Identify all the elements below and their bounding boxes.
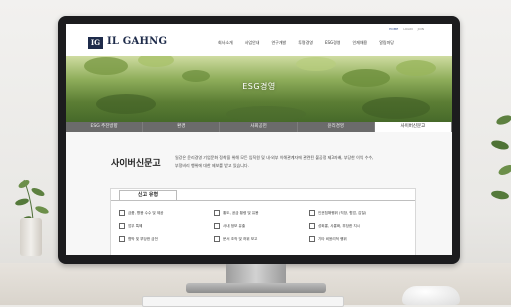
checkbox[interactable] [119, 236, 125, 242]
nav-item-notice[interactable]: 알림마당 [379, 40, 394, 46]
option-label: 횡도, 공금 횡령 및 유용 [223, 210, 259, 215]
plant-right-image [491, 115, 511, 200]
report-type-option[interactable]: 사내 정보 유출 [214, 223, 309, 229]
keyboard [142, 296, 344, 307]
monitor-stand-base [186, 283, 326, 293]
report-type-panel: 신고 유형 금품, 향응 수수 및 제공 횡도, 공금 횡령 및 유용 인권침해… [110, 188, 416, 255]
tab-ethics[interactable]: 윤리경영 [298, 122, 375, 132]
tab-cyber-report[interactable]: 사이버신문고 [374, 122, 452, 132]
report-type-option[interactable]: 횡도, 공금 횡령 및 유용 [214, 210, 309, 216]
option-label: 인권침해행위 (직장, 협업, 갑질) [318, 210, 367, 215]
option-label: 협박 및 부당한 금전 [128, 236, 158, 241]
hero-banner: ESG경영 [66, 56, 452, 122]
checkbox[interactable] [214, 210, 220, 216]
option-label: 기타 비윤리적 행위 [318, 236, 347, 241]
tab-report-type[interactable]: 신고 유형 [119, 190, 177, 200]
report-type-option[interactable]: 업무 특혜 [119, 223, 214, 229]
hero-title: ESG경영 [242, 82, 276, 91]
checkbox[interactable] [309, 236, 315, 242]
report-type-option[interactable]: 인권침해행위 (직장, 협업, 갑질) [309, 210, 409, 216]
checkbox[interactable] [119, 223, 125, 229]
report-type-option[interactable]: 금품, 향응 수수 및 제공 [119, 210, 214, 216]
option-label: 업무 특혜 [128, 223, 143, 228]
report-type-option[interactable]: 문서 조작 및 허위 보고 [214, 236, 309, 242]
sub-nav-tabs: ESG 추진방향 환경 사회공헌 윤리경영 사이버신문고 [66, 122, 452, 132]
page-title: 사이버신문고 [111, 159, 161, 169]
option-label: 성희롱, 사롱화, 부당한 지시 [318, 223, 361, 228]
logo-text[interactable]: IL GAHNG [107, 36, 167, 47]
checkbox[interactable] [309, 223, 315, 229]
tab-environment[interactable]: 환경 [143, 122, 221, 132]
report-type-option[interactable]: 기타 비윤리적 행위 [309, 236, 409, 242]
nav-item-company[interactable]: 회사소개 [218, 40, 233, 46]
report-tab-bar: 신고 유형 [111, 189, 415, 201]
tab-esg-direction[interactable]: ESG 추진방향 [66, 122, 144, 132]
checkbox[interactable] [309, 210, 315, 216]
checkbox[interactable] [214, 223, 220, 229]
monitor: IG IL GAHNG HOME LOGIN JOIN 회사소개 사업안내 연구… [58, 16, 460, 264]
mouse [402, 286, 460, 305]
report-type-option[interactable]: 협박 및 부당한 금전 [119, 236, 214, 242]
nav-item-rnd[interactable]: 연구개발 [271, 40, 286, 46]
report-type-option[interactable]: 성희롱, 사롱화, 부당한 지시 [309, 223, 409, 229]
nav-item-careers[interactable]: 인재채용 [352, 40, 367, 46]
option-label: 금품, 향응 수수 및 제공 [128, 210, 164, 215]
checkbox[interactable] [214, 236, 220, 242]
util-link-login[interactable]: LOGIN [403, 27, 412, 31]
tab-social-contribution[interactable]: 사회공헌 [220, 122, 298, 132]
util-link-home[interactable]: HOME [389, 27, 398, 31]
nav-item-esg[interactable]: ESG경영 [325, 40, 341, 46]
nav-item-business[interactable]: 사업안내 [245, 40, 260, 46]
option-label: 사내 정보 유출 [223, 223, 246, 228]
page-content: 사이버신문고 일강은 윤리경영 기업문화 정착을 위해 모든 임직원 및 내·외… [66, 132, 452, 255]
logo-mark[interactable]: IG [88, 37, 103, 49]
utility-links: HOME LOGIN JOIN [389, 27, 424, 31]
desk-scene: IG IL GAHNG HOME LOGIN JOIN 회사소개 사업안내 연구… [0, 0, 511, 307]
report-type-list: 금품, 향응 수수 및 제공 횡도, 공금 횡령 및 유용 인권침해행위 (직장… [119, 210, 407, 242]
site-header: IG IL GAHNG HOME LOGIN JOIN 회사소개 사업안내 연구… [66, 24, 452, 56]
nav-item-transparency[interactable]: 투명경영 [298, 40, 313, 46]
option-label: 문서 조작 및 허위 보고 [223, 236, 258, 241]
monitor-screen: IG IL GAHNG HOME LOGIN JOIN 회사소개 사업안내 연구… [66, 24, 452, 255]
plant-pot [20, 218, 42, 256]
page-description: 일강은 윤리경영 기업문화 정착을 위해 모든 임직원 및 내·외부 이해관계자… [175, 155, 374, 168]
main-nav: 회사소개 사업안내 연구개발 투명경영 ESG경영 인재채용 알림마당 [218, 40, 394, 46]
checkbox[interactable] [119, 210, 125, 216]
util-link-join[interactable]: JOIN [418, 27, 424, 31]
